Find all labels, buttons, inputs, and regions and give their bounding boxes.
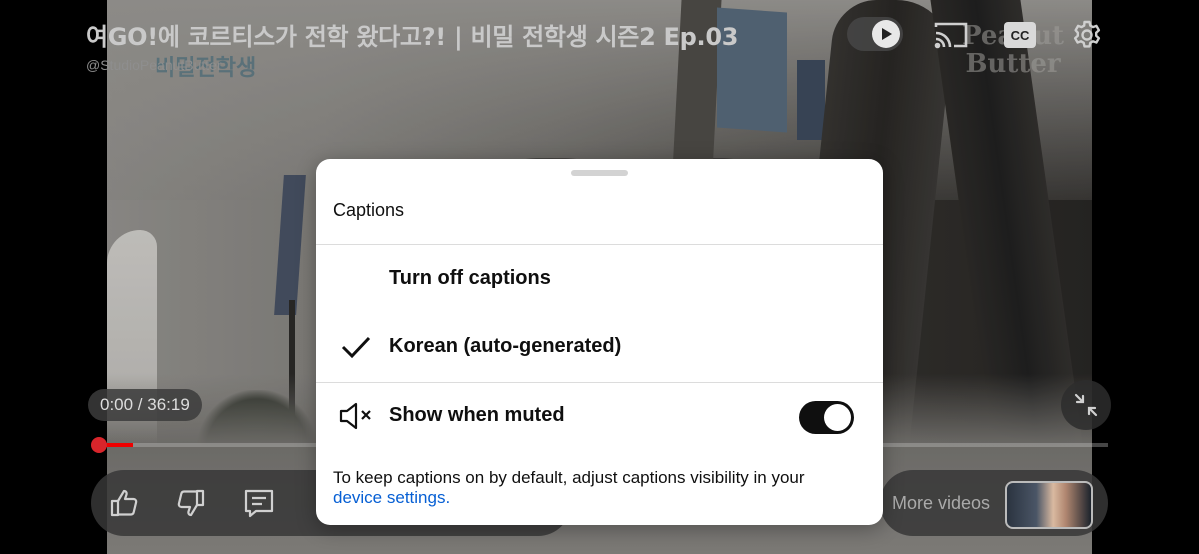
channel-handle[interactable]: @StudioPeanutButter: [86, 57, 222, 73]
comments-icon[interactable]: [240, 484, 278, 522]
video-title[interactable]: 여GO!에 코르티스가 전학 왔다고?! | 비밀 전학생 시즌2 Ep.03: [86, 17, 738, 52]
caption-option-off[interactable]: Turn off captions: [316, 247, 883, 313]
exit-fullscreen-icon: [1074, 393, 1098, 417]
scrubber-handle[interactable]: [91, 437, 107, 453]
more-videos-button[interactable]: More videos: [880, 470, 1108, 536]
caption-option-korean[interactable]: Korean (auto-generated): [316, 315, 883, 381]
device-settings-link[interactable]: device settings.: [333, 488, 450, 507]
time-display: 0:00 / 36:19: [88, 389, 202, 421]
exit-fullscreen-button[interactable]: [1061, 380, 1111, 430]
cast-icon[interactable]: [933, 17, 969, 53]
checkmark-icon: [338, 329, 374, 365]
divider: [316, 244, 883, 245]
note-text: To keep captions on by default, adjust c…: [333, 468, 805, 487]
caption-option-label: Korean (auto-generated): [389, 335, 622, 357]
more-videos-label: More videos: [892, 493, 991, 513]
more-videos-thumbnail: [1005, 481, 1093, 529]
autoplay-toggle[interactable]: [847, 17, 903, 51]
toggle-knob: [824, 404, 851, 431]
captions-sheet: Captions Turn off captions Korean (auto-…: [316, 159, 883, 525]
sheet-title: Captions: [333, 200, 405, 220]
closed-captions-button[interactable]: CC: [1002, 17, 1038, 53]
muted-speaker-icon: [338, 398, 374, 434]
sheet-drag-handle[interactable]: [571, 170, 628, 176]
dislike-icon[interactable]: [172, 484, 210, 522]
show-when-muted-label: Show when muted: [389, 404, 565, 426]
show-when-muted-row[interactable]: Show when muted: [316, 384, 883, 450]
captions-settings-note: To keep captions on by default, adjust c…: [333, 468, 863, 508]
like-icon[interactable]: [105, 484, 143, 522]
caption-option-label: Turn off captions: [389, 267, 551, 289]
play-icon: [872, 20, 900, 48]
cc-icon: CC: [1004, 22, 1036, 48]
divider: [316, 382, 883, 383]
gear-icon[interactable]: [1069, 17, 1105, 53]
show-when-muted-toggle[interactable]: [799, 401, 854, 434]
